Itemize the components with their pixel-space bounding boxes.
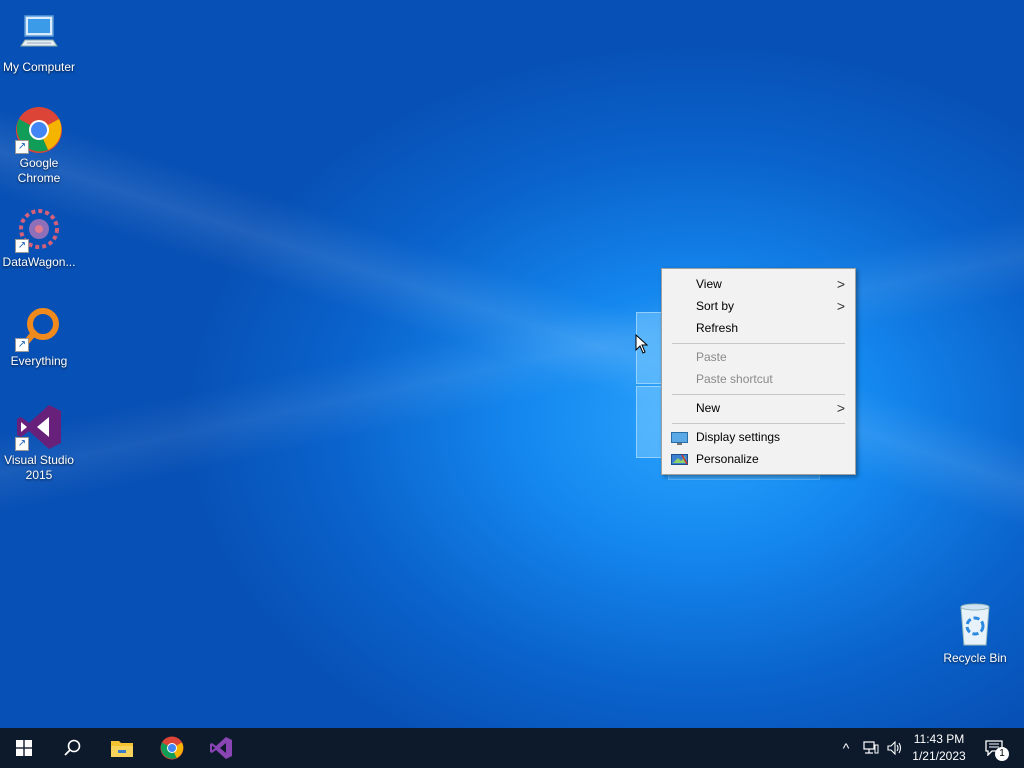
shortcut-arrow-icon: ↗ — [15, 239, 29, 253]
visual-studio-icon: ↗ — [15, 403, 63, 451]
taskbar-visual-studio[interactable] — [197, 728, 245, 768]
menu-item-label: Paste shortcut — [696, 372, 773, 386]
start-button[interactable] — [0, 728, 48, 768]
chrome-icon — [160, 736, 184, 760]
recycle-bin-icon — [951, 601, 999, 649]
taskbar-clock[interactable]: 11:43 PM 1/21/2023 — [903, 731, 975, 765]
volume-icon — [887, 741, 902, 755]
taskbar-file-explorer[interactable] — [98, 728, 146, 768]
menu-item-display-settings[interactable]: Display settings — [662, 426, 855, 448]
menu-item-label: View — [696, 277, 722, 291]
chevron-up-icon: ^ — [842, 740, 850, 756]
menu-item-label: Paste — [696, 350, 727, 364]
submenu-arrow-icon: > — [836, 400, 845, 416]
file-explorer-icon — [111, 741, 133, 757]
taskbar-chrome[interactable] — [148, 728, 196, 768]
menu-item-paste-shortcut[interactable]: Paste shortcut — [662, 368, 855, 390]
notification-count-badge: 1 — [995, 747, 1009, 761]
start-icon — [16, 740, 32, 756]
desktop-icon-datawagon[interactable]: ↗ DataWagon... — [1, 205, 77, 270]
desktop-icon-google-chrome[interactable]: ↗ Google Chrome — [1, 106, 77, 186]
clock-time: 11:43 PM — [913, 732, 965, 746]
desktop-icon-label: Recycle Bin — [943, 651, 1007, 665]
menu-item-personalize[interactable]: Personalize — [662, 448, 855, 470]
menu-item-view[interactable]: View > — [662, 273, 855, 295]
visual-studio-icon — [210, 737, 232, 759]
shortcut-arrow-icon: ↗ — [15, 437, 29, 451]
menu-separator — [672, 394, 845, 395]
submenu-arrow-icon: > — [836, 298, 845, 314]
datawagon-icon: ↗ — [15, 205, 63, 253]
menu-item-label: Display settings — [696, 430, 781, 444]
menu-item-refresh[interactable]: Refresh — [662, 317, 855, 339]
computer-icon — [15, 10, 63, 58]
desktop-icon-label: Google Chrome — [17, 156, 61, 185]
desktop-icon-label: Everything — [10, 354, 68, 368]
shortcut-arrow-icon: ↗ — [15, 338, 29, 352]
desktop-icon-label: Visual Studio 2015 — [4, 453, 74, 482]
menu-item-paste[interactable]: Paste — [662, 346, 855, 368]
personalize-icon — [671, 452, 688, 465]
taskbar: ^ 11:43 PM 1/21/2023 1 — [0, 728, 1024, 768]
shortcut-arrow-icon: ↗ — [15, 140, 29, 154]
search-icon — [64, 739, 81, 756]
network-icon — [863, 741, 879, 754]
desktop-icon-everything[interactable]: ↗ Everything — [1, 304, 77, 369]
menu-item-label: New — [696, 401, 721, 415]
menu-separator — [672, 343, 845, 344]
action-center-button[interactable]: 1 — [978, 728, 1010, 768]
desktop-icon-visual-studio[interactable]: ↗ Visual Studio 2015 — [1, 403, 77, 483]
menu-item-sort-by[interactable]: Sort by > — [662, 295, 855, 317]
clock-date: 1/21/2023 — [912, 749, 966, 763]
chrome-icon: ↗ — [15, 106, 63, 154]
menu-item-label: Sort by — [696, 299, 735, 313]
desktop-icon-label: DataWagon... — [2, 255, 76, 269]
tray-overflow-button[interactable]: ^ — [836, 728, 856, 768]
desktop-icon-label: My Computer — [2, 60, 76, 74]
display-icon — [671, 430, 688, 445]
menu-separator — [672, 423, 845, 424]
menu-item-label: Refresh — [696, 321, 739, 335]
menu-item-label: Personalize — [696, 452, 759, 466]
desktop-icon-my-computer[interactable]: My Computer — [1, 10, 77, 75]
search-button[interactable] — [48, 728, 96, 768]
mouse-cursor-icon — [635, 333, 649, 359]
desktop-icon-recycle-bin[interactable]: Recycle Bin — [937, 601, 1013, 666]
submenu-arrow-icon: > — [836, 276, 845, 292]
everything-search-icon: ↗ — [15, 304, 63, 352]
menu-item-new[interactable]: New > — [662, 397, 855, 419]
desktop-context-menu: View > Sort by > Refresh Paste Paste sho… — [661, 268, 856, 475]
tray-network[interactable] — [860, 728, 882, 768]
